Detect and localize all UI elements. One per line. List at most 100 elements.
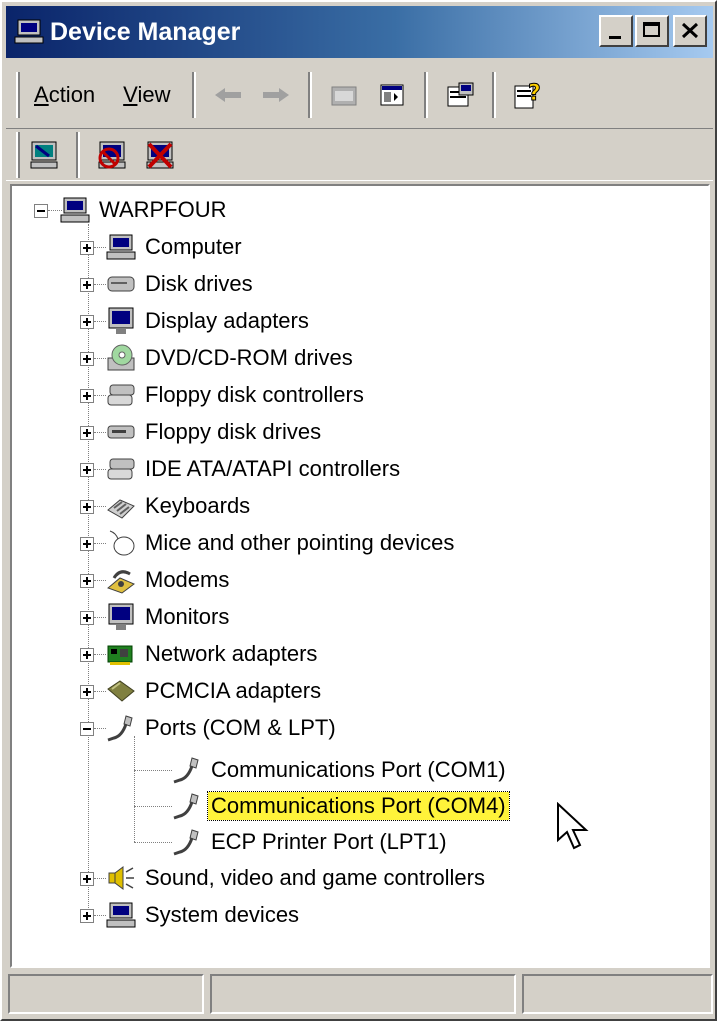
computer-icon [60, 196, 90, 224]
tree-connector [94, 654, 106, 655]
tree-item-label: IDE ATA/ATAPI controllers [145, 456, 401, 481]
tree-item-floppy-drives[interactable]: Floppy disk drives [106, 414, 324, 450]
uninstall-device-button[interactable] [140, 135, 180, 175]
expand-toggle-dvd-cdrom[interactable] [80, 352, 94, 366]
disk-drive-icon [106, 270, 136, 298]
back-arrow-icon [215, 88, 242, 102]
expand-toggle-sound[interactable] [80, 872, 94, 886]
toolbar-grip [16, 132, 20, 178]
tree-item-ide-controllers[interactable]: IDE ATA/ATAPI controllers [106, 451, 403, 487]
tree-item-lpt1[interactable]: ECP Printer Port (LPT1) [172, 824, 450, 860]
caption-buttons [597, 15, 707, 47]
toolbar-separator [492, 72, 497, 118]
menu-action[interactable]: Action [20, 72, 109, 118]
keyboard-icon [106, 492, 136, 520]
tree-item-label: Computer [145, 234, 242, 259]
tree-item-network-adapters[interactable]: Network adapters [106, 636, 320, 672]
tree-connector [94, 617, 106, 618]
menu-view-mnemonic: V [123, 82, 138, 107]
root-collapse-toggle[interactable] [34, 204, 48, 218]
tree-item-mice[interactable]: Mice and other pointing devices [106, 525, 457, 561]
tree-item-floppy-controllers[interactable]: Floppy disk controllers [106, 377, 367, 413]
tree-item-com4[interactable]: Communications Port (COM4) [172, 788, 510, 824]
expand-toggle-ide[interactable] [80, 463, 94, 477]
tree-item-monitors[interactable]: Monitors [106, 599, 232, 635]
controller-icon [106, 381, 136, 409]
floppy-drive-icon [106, 418, 136, 446]
port-icon [172, 756, 202, 784]
tree-item-disk-drives[interactable]: Disk drives [106, 266, 256, 302]
menu-action-label: ction [48, 82, 96, 107]
port-icon [172, 828, 202, 856]
forward-button[interactable] [256, 75, 296, 115]
minimize-icon [609, 36, 621, 39]
tree-item-label: Mice and other pointing devices [145, 530, 455, 555]
tree-item-label: Floppy disk drives [145, 419, 322, 444]
tree-item-pcmcia[interactable]: PCMCIA adapters [106, 673, 324, 709]
menu-bar: Action View ? [6, 62, 713, 129]
expand-toggle-pcmcia[interactable] [80, 685, 94, 699]
tree-connector [94, 691, 106, 692]
tree-item-label: DVD/CD-ROM drives [145, 345, 353, 370]
expand-toggle-computer[interactable] [80, 241, 94, 255]
forward-arrow-icon [263, 88, 290, 102]
tree-item-sound[interactable]: Sound, video and game controllers [106, 860, 488, 896]
minimize-button[interactable] [599, 15, 633, 47]
show-hide-tree-button[interactable] [372, 75, 412, 115]
tree-connector [94, 469, 106, 470]
toolbar-separator [308, 72, 313, 118]
device-tree[interactable]: WARPFOUR Computer Disk drives Display ad… [10, 184, 710, 968]
window-title: Device Manager [50, 17, 241, 46]
cdrom-icon [106, 344, 136, 372]
properties-button[interactable] [440, 75, 480, 115]
tree-item-label: Modems [145, 567, 230, 592]
tree-connector [134, 770, 172, 771]
help-button[interactable]: ? [508, 75, 548, 115]
expand-toggle-system-devices[interactable] [80, 909, 94, 923]
expand-toggle-network[interactable] [80, 648, 94, 662]
title-bar[interactable]: Device Manager [6, 6, 713, 58]
mouse-pointer-icon [557, 802, 589, 850]
port-icon [106, 714, 136, 742]
expand-toggle-floppy-controllers[interactable] [80, 389, 94, 403]
tree-item-keyboards[interactable]: Keyboards [106, 488, 253, 524]
status-bar [8, 974, 713, 1018]
display-adapter-icon [106, 307, 136, 335]
tree-connector [94, 915, 106, 916]
expand-toggle-mice[interactable] [80, 537, 94, 551]
back-button[interactable] [208, 75, 248, 115]
status-cell [522, 974, 713, 1014]
scan-hardware-button[interactable] [24, 135, 64, 175]
expand-toggle-keyboards[interactable] [80, 500, 94, 514]
maximize-button[interactable] [635, 15, 669, 47]
tree-connector [94, 543, 106, 544]
tree-connector [94, 728, 106, 729]
toolbar-separator [192, 72, 197, 118]
expand-toggle-monitors[interactable] [80, 611, 94, 625]
menu-action-mnemonic: A [34, 82, 49, 107]
expand-toggle-floppy-drives[interactable] [80, 426, 94, 440]
tree-item-system-devices[interactable]: System devices [106, 897, 302, 933]
tree-item-ports[interactable]: Ports (COM & LPT) [106, 710, 339, 746]
expand-toggle-disk-drives[interactable] [80, 278, 94, 292]
expand-toggle-modems[interactable] [80, 574, 94, 588]
collapse-toggle-ports[interactable] [80, 722, 94, 736]
tree-item-modems[interactable]: Modems [106, 562, 232, 598]
up-button[interactable] [324, 75, 364, 115]
tree-item-com1[interactable]: Communications Port (COM1) [172, 752, 509, 788]
tree-connector [134, 806, 172, 807]
menu-view-label: iew [137, 82, 171, 107]
modem-icon [106, 566, 136, 594]
tree-item-computer[interactable]: Computer [106, 229, 245, 265]
disable-device-button[interactable] [92, 135, 132, 175]
network-adapter-icon [106, 640, 136, 668]
menu-view[interactable]: View [109, 72, 184, 118]
tree-root[interactable]: WARPFOUR [60, 192, 230, 228]
tree-connector [94, 321, 106, 322]
expand-toggle-display-adapters[interactable] [80, 315, 94, 329]
tree-connector [94, 878, 106, 879]
tree-item-dvd-cdrom[interactable]: DVD/CD-ROM drives [106, 340, 356, 376]
tree-item-label: Sound, video and game controllers [145, 865, 485, 890]
tree-item-display-adapters[interactable]: Display adapters [106, 303, 312, 339]
close-button[interactable] [673, 15, 707, 47]
